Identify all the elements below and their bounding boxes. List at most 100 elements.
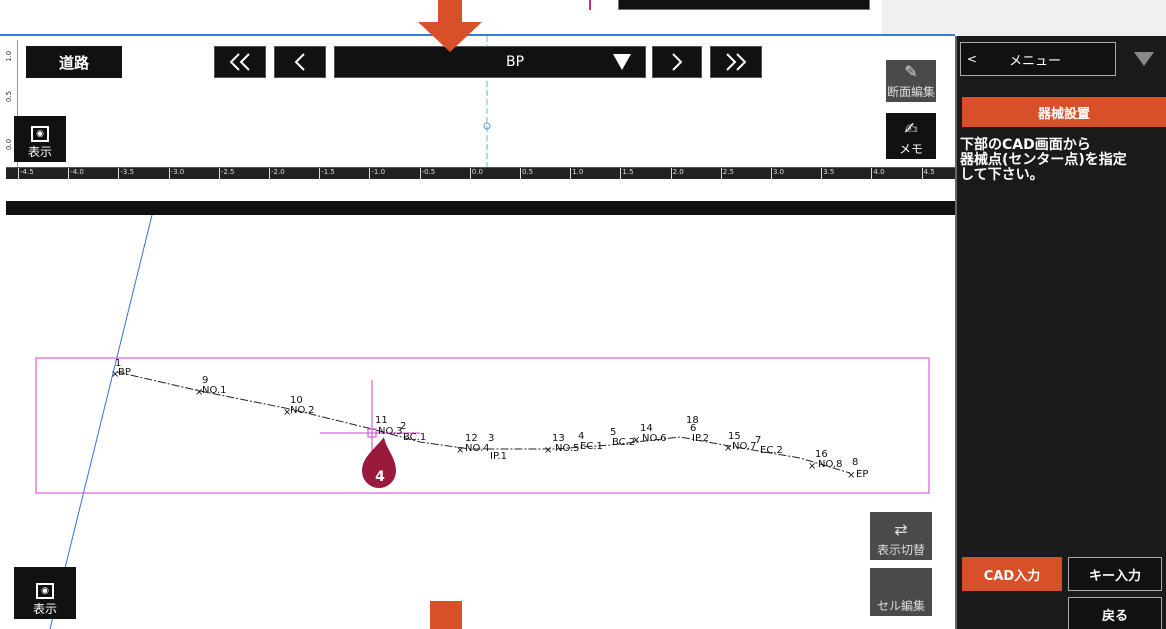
orange-marker bbox=[430, 601, 462, 629]
ruler-tick bbox=[620, 168, 622, 180]
nav-prev-button[interactable] bbox=[274, 46, 326, 78]
svg-text:2: 2 bbox=[400, 421, 406, 432]
menu-select[interactable]: < メニュー bbox=[960, 42, 1116, 76]
ruler-label: 3.5 bbox=[823, 168, 835, 176]
view-icon: ◉ bbox=[36, 583, 54, 599]
lower-display-label: 表示 bbox=[32, 602, 57, 616]
svg-text:⨯: ⨯ bbox=[544, 445, 552, 456]
ruler-tick bbox=[921, 168, 923, 180]
ruler-tick bbox=[218, 168, 220, 180]
point-marker: 16NO.8⨯ bbox=[808, 449, 843, 472]
double-chevron-left-icon bbox=[229, 53, 250, 71]
svg-text:4: 4 bbox=[375, 469, 385, 485]
ruler-tick bbox=[469, 168, 471, 180]
edit-tools-icon: ✎ bbox=[904, 62, 918, 81]
display-toggle-label: 表示切替 bbox=[876, 543, 925, 557]
svg-text:8: 8 bbox=[852, 457, 858, 468]
cad-input-button[interactable]: CAD入力 bbox=[962, 557, 1062, 591]
point-marker: 9NO.1⨯ bbox=[195, 375, 227, 398]
ruler-label: -4.0 bbox=[70, 168, 84, 176]
svg-text:3: 3 bbox=[488, 433, 494, 444]
top-right-area bbox=[882, 0, 1166, 36]
top-window-fragment bbox=[618, 0, 870, 10]
upper-display-label: 表示 bbox=[27, 145, 52, 159]
top-marker-line bbox=[589, 0, 591, 10]
key-input-button[interactable]: キー入力 bbox=[1068, 557, 1162, 591]
chevron-right-icon bbox=[672, 53, 683, 71]
ruler-label: -3.0 bbox=[170, 168, 185, 176]
ruler-label: 2.5 bbox=[722, 168, 734, 176]
step-badge: 4 bbox=[362, 437, 396, 488]
chevron-left-icon bbox=[294, 53, 305, 71]
display-toggle-button[interactable]: ⇄ 表示切替 bbox=[870, 512, 932, 560]
svg-text:IP.1: IP.1 bbox=[490, 451, 507, 462]
point-marker: 18 bbox=[686, 415, 699, 426]
nav-first-button[interactable] bbox=[214, 46, 266, 78]
svg-text:11: 11 bbox=[375, 415, 388, 426]
station-select[interactable]: BP bbox=[334, 46, 646, 78]
svg-text:IP.2: IP.2 bbox=[692, 433, 709, 444]
svg-text:⨯: ⨯ bbox=[111, 369, 119, 380]
ruler-tick bbox=[520, 168, 521, 180]
upper-display-button[interactable]: ◉ 表示 bbox=[14, 116, 66, 162]
ruler-label: -3.5 bbox=[120, 168, 135, 176]
svg-text:⨯: ⨯ bbox=[283, 407, 291, 418]
section-edit-label: 断面編集 bbox=[886, 85, 935, 99]
point-labels: 1BP⨯ 9NO.1⨯ 10NO.2⨯ 11NO.3 2BC.1 12NO.4⨯… bbox=[111, 358, 868, 481]
menu-dropdown-icon[interactable] bbox=[1134, 52, 1154, 66]
vruler-label: 0.0 bbox=[5, 138, 13, 150]
ruler-tick bbox=[720, 168, 722, 180]
ruler-label: -4.5 bbox=[20, 168, 34, 176]
point-marker: 10NO.2⨯ bbox=[283, 395, 315, 418]
ruler-label: 0.0 bbox=[471, 168, 483, 176]
section-edit-button[interactable]: ✎ 断面編集 bbox=[886, 60, 936, 102]
cad-view[interactable]: 1BP⨯ 9NO.1⨯ 10NO.2⨯ 11NO.3 2BC.1 12NO.4⨯… bbox=[0, 215, 955, 629]
horizontal-ruler: -4.5 -4.0 -3.5 -3.0 -2.5 -2.0 -1.5 -1.0 -0.5 0.0 0… bbox=[6, 167, 956, 180]
point-marker: 14NO.6⨯ bbox=[632, 423, 667, 446]
svg-text:NO.8: NO.8 bbox=[818, 459, 843, 470]
menu-label: メニュー bbox=[1009, 53, 1062, 69]
ruler-label: 3.0 bbox=[773, 168, 785, 176]
ruler-tick bbox=[821, 168, 823, 180]
instruction-line: 器械点(センター点)を指定 bbox=[960, 152, 1127, 168]
back-button[interactable]: 戻る bbox=[1068, 597, 1162, 629]
ruler-label: 4.0 bbox=[873, 168, 885, 176]
arrow-down-callout-icon bbox=[418, 0, 482, 52]
svg-text:NO.2: NO.2 bbox=[290, 405, 315, 416]
svg-text:⨯: ⨯ bbox=[195, 387, 203, 398]
ruler-tick bbox=[168, 168, 170, 180]
point-marker: 13NO.5⨯ bbox=[544, 433, 580, 456]
svg-text:NO.5: NO.5 bbox=[555, 443, 580, 454]
ruler-label: 4.5 bbox=[923, 168, 935, 176]
nav-next-button[interactable] bbox=[652, 46, 702, 78]
vruler-label: 0.5 bbox=[5, 90, 13, 102]
point-marker: 7EC.2 bbox=[755, 435, 783, 456]
cell-edit-button[interactable]: セル編集 bbox=[870, 568, 932, 616]
memo-button[interactable]: ✍ メモ bbox=[886, 113, 936, 159]
svg-text:EC.1: EC.1 bbox=[580, 441, 603, 452]
lower-display-button[interactable]: ◉ 表示 bbox=[14, 567, 76, 619]
ruler-tick bbox=[570, 168, 572, 180]
nav-last-button[interactable] bbox=[710, 46, 762, 78]
point-marker: 12NO.4⨯ bbox=[456, 433, 490, 456]
view-divider bbox=[6, 201, 956, 215]
ruler-tick bbox=[118, 168, 120, 180]
ruler-tick bbox=[771, 168, 772, 180]
instrument-setup-button[interactable]: 器械設置 bbox=[962, 97, 1166, 127]
svg-text:NO.3: NO.3 bbox=[378, 426, 403, 437]
instruction-line: して下さい。 bbox=[960, 167, 1044, 183]
point-marker: 4EC.1 bbox=[578, 431, 603, 452]
road-button[interactable]: 道路 bbox=[26, 46, 122, 78]
svg-text:NO.4: NO.4 bbox=[465, 443, 490, 454]
chevron-left-icon: < bbox=[967, 52, 978, 66]
svg-text:⨯: ⨯ bbox=[456, 445, 464, 456]
instruction-text: 下部のCAD画面から 器械点(センター点)を指定 して下さい。 bbox=[960, 138, 1166, 183]
instruction-line: 下部のCAD画面から bbox=[960, 137, 1091, 153]
ruler-label: -0.5 bbox=[421, 168, 436, 176]
svg-text:BP: BP bbox=[118, 367, 131, 378]
ruler-tick bbox=[68, 168, 70, 180]
svg-text:EP: EP bbox=[856, 469, 868, 480]
ruler-label: 1.5 bbox=[622, 168, 634, 176]
double-chevron-right-icon bbox=[726, 53, 747, 71]
svg-text:⨯: ⨯ bbox=[632, 435, 640, 446]
